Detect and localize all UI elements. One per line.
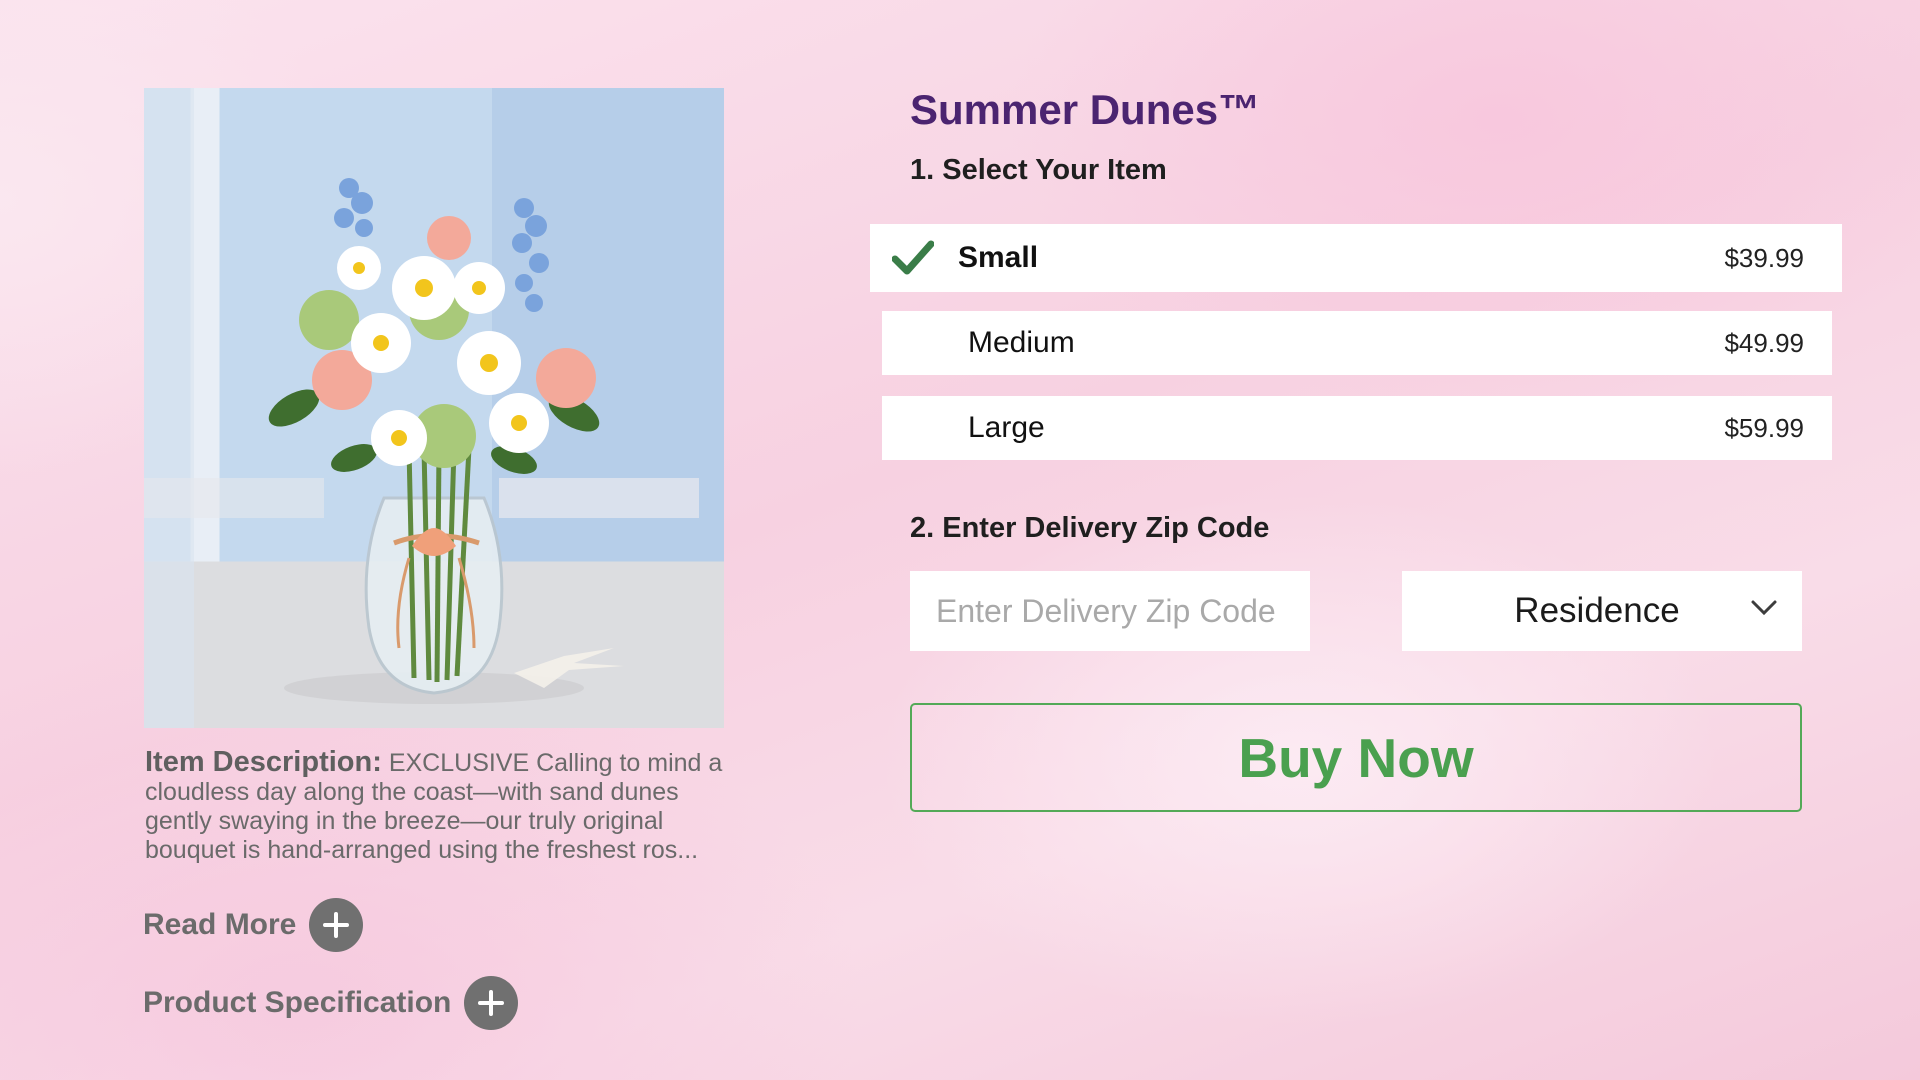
chevron-down-icon — [1751, 600, 1777, 616]
plus-icon[interactable] — [309, 898, 364, 952]
plus-icon[interactable] — [464, 976, 519, 1030]
read-more-label: Read More — [143, 908, 297, 941]
size-option-large[interactable]: Large $59.99 — [882, 396, 1832, 460]
buy-now-button[interactable]: Buy Now — [910, 703, 1802, 812]
size-option-small[interactable]: Small $39.99 — [870, 224, 1842, 292]
step2-label: 2. Enter Delivery Zip Code — [910, 512, 1270, 544]
location-type-select[interactable]: Residence — [1402, 571, 1802, 651]
option-name: Large — [968, 411, 1045, 444]
item-description: Item Description: EXCLUSIVE Calling to m… — [145, 748, 725, 865]
step1-label: 1. Select Your Item — [910, 154, 1167, 186]
description-label: Item Description: — [145, 746, 382, 778]
option-price: $39.99 — [1724, 242, 1804, 273]
product-title: Summer Dunes™ — [910, 86, 1261, 133]
option-name: Medium — [968, 326, 1075, 359]
option-price: $49.99 — [1724, 327, 1804, 358]
buy-now-label: Buy Now — [1238, 726, 1474, 789]
zip-code-input[interactable] — [910, 571, 1310, 651]
size-option-medium[interactable]: Medium $49.99 — [882, 311, 1832, 375]
option-name: Small — [958, 241, 1039, 274]
read-more-toggle[interactable]: Read More — [143, 898, 364, 952]
option-price: $59.99 — [1724, 412, 1804, 443]
product-specification-toggle[interactable]: Product Specification — [143, 976, 519, 1030]
bouquet-illustration — [144, 88, 699, 728]
check-icon — [892, 240, 934, 275]
location-type-value: Residence — [1514, 591, 1680, 630]
product-image — [144, 88, 724, 728]
product-specification-label: Product Specification — [143, 986, 452, 1019]
